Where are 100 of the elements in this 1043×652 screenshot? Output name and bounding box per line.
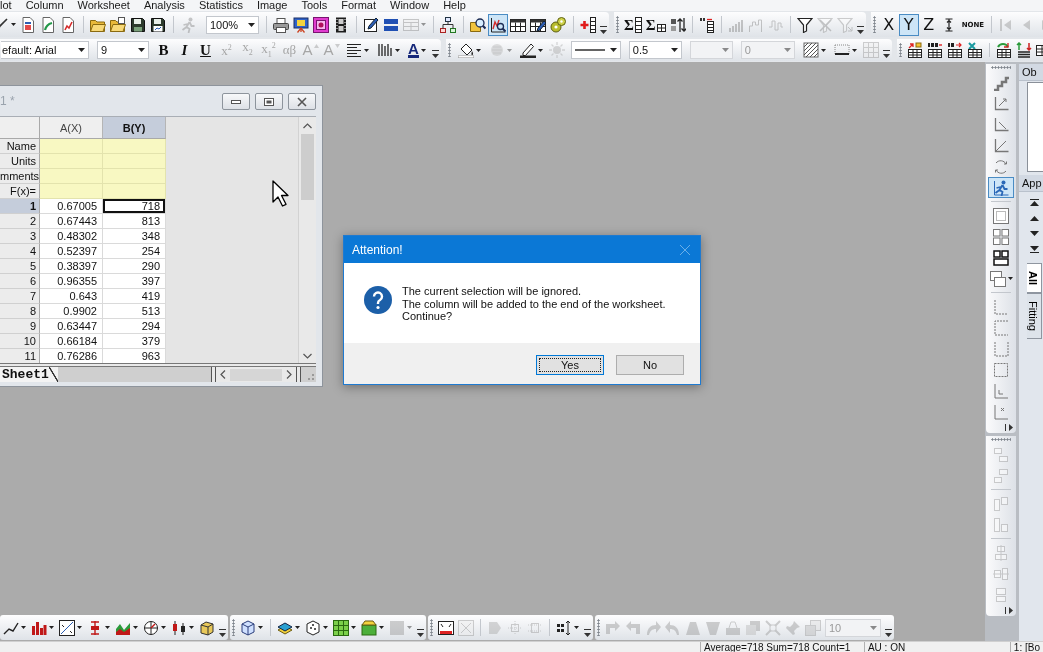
splitter-handle[interactable] [296, 367, 301, 382]
caret-icon [323, 626, 328, 629]
row-header[interactable]: 2 [0, 214, 40, 229]
up-arrow-icon[interactable] [1029, 216, 1039, 221]
menu-item[interactable]: Help [443, 0, 466, 10]
dotted-cross-icon [507, 619, 523, 636]
toolbar-grip[interactable] [232, 619, 235, 636]
row-header[interactable]: 4 [0, 244, 40, 259]
caret-icon [574, 626, 579, 629]
row-header[interactable]: 7 [0, 289, 40, 304]
row-header[interactable]: 9 [0, 319, 40, 334]
chevron-icon[interactable] [1005, 424, 1014, 431]
column-header[interactable]: B(Y) [103, 117, 166, 139]
set-x-button[interactable]: X [878, 13, 899, 36]
dialog-title: Attention! [352, 242, 403, 257]
layout-icon [993, 207, 1009, 224]
stacked-squares-icon [805, 619, 821, 636]
chevron-icon[interactable] [584, 629, 591, 638]
table-cell: 0.96355 [40, 274, 103, 289]
menu-item[interactable]: Worksheet [77, 0, 130, 10]
column-header[interactable]: A(X) [40, 117, 103, 139]
toolbar-grip[interactable] [872, 16, 876, 33]
row-header[interactable]: 11 [0, 349, 40, 363]
splitter-handle[interactable] [211, 367, 216, 382]
no-button[interactable]: No [616, 354, 684, 375]
menu-item[interactable]: Analysis [143, 0, 185, 10]
horizontal-scrollbar[interactable] [216, 367, 296, 382]
vertical-scrollbar[interactable] [298, 117, 316, 363]
minimize-button[interactable] [222, 93, 250, 110]
font-size-combo[interactable]: 9 [97, 41, 149, 59]
close-button[interactable] [288, 93, 316, 110]
toolbar-grip[interactable] [430, 619, 433, 636]
row-header[interactable]: 8 [0, 304, 40, 319]
chevron-icon[interactable] [600, 26, 607, 35]
menu-item[interactable]: Format [341, 0, 376, 10]
line-width-combo[interactable]: 0.5 [628, 41, 682, 59]
toolbar-grip[interactable] [898, 43, 902, 57]
set-z-button[interactable]: Z [918, 13, 939, 36]
sort-lines-icon [1015, 42, 1032, 58]
dashed-square-icon [993, 361, 1009, 378]
chevron-icon[interactable] [431, 50, 439, 59]
row-header[interactable]: 3 [0, 229, 40, 244]
sum-button[interactable]: Σ [643, 13, 668, 36]
sum-button[interactable]: Σ [622, 13, 644, 36]
dropdown-arrow-icon [138, 48, 145, 52]
row-header[interactable]: 10 [0, 334, 40, 349]
grid-layout-icon [993, 249, 1009, 266]
chevron-icon[interactable] [882, 50, 890, 59]
zoom-combo[interactable]: 100% [206, 15, 259, 34]
toolbar-grip[interactable] [597, 619, 600, 636]
chevron-icon[interactable] [219, 629, 226, 638]
caret-icon [1007, 277, 1013, 280]
table-cell: 0.52397 [40, 244, 103, 259]
restore-button[interactable] [255, 93, 283, 110]
line-style-combo[interactable] [570, 41, 621, 59]
stacked-boxes-icon [993, 446, 1009, 463]
menu-item[interactable]: Image [256, 0, 288, 10]
window-layout-icon [403, 16, 419, 33]
menu-item[interactable]: Column [25, 0, 64, 10]
toolbar-grip[interactable] [447, 43, 451, 57]
dropdown-arrow-icon [248, 22, 255, 27]
down-arrow-icon[interactable] [1029, 231, 1039, 236]
grid-table-icon [862, 42, 879, 58]
bottom-arrow-icon[interactable] [1029, 246, 1039, 253]
yes-button[interactable]: Yes [536, 354, 604, 375]
dropdown-arrow-icon [670, 48, 678, 52]
underline-button[interactable]: U [195, 40, 216, 60]
sheet-tab[interactable]: Sheet1 [0, 367, 58, 382]
row-header[interactable]: 5 [0, 259, 40, 274]
histogram-icon [747, 16, 764, 33]
toolbar-grip[interactable] [616, 16, 619, 33]
toolbar-button[interactable] [488, 13, 508, 36]
chevron-icon[interactable] [417, 629, 424, 638]
top-arrow-icon[interactable] [1029, 199, 1039, 206]
scrollbar-thumb[interactable] [301, 134, 314, 200]
chevron-icon[interactable] [856, 26, 864, 35]
font-color-button[interactable]: A [404, 40, 430, 60]
dropdown-arrow-icon [870, 625, 877, 630]
font-combo[interactable]: efault: Arial [1, 41, 89, 59]
column-icon [634, 16, 642, 33]
toolbar-grip[interactable] [991, 66, 1011, 69]
menu-item[interactable]: lot [0, 0, 12, 10]
cross-table-icon [966, 42, 983, 58]
menu-item[interactable]: Tools [301, 0, 328, 10]
italic-button[interactable]: I [174, 40, 195, 60]
axes-diagonal-icon [993, 137, 1009, 154]
menu-item[interactable]: Statistics [198, 0, 243, 10]
chevron-icon[interactable] [885, 629, 892, 638]
row-header[interactable]: 6 [0, 274, 40, 289]
menu-item[interactable]: Window [390, 0, 430, 10]
toolbar-grip[interactable] [991, 438, 1011, 441]
bold-button[interactable]: B [153, 40, 174, 60]
funnel-icon [796, 16, 813, 33]
row-header[interactable]: 1 [0, 199, 40, 214]
status-text: AU : ON [863, 642, 1010, 652]
paint-bucket-icon [457, 42, 474, 58]
vertical-tab[interactable]: Fitting [1027, 293, 1042, 340]
set-y-button[interactable]: Y [898, 13, 919, 36]
vertical-tab[interactable]: All [1027, 263, 1042, 294]
chevron-icon[interactable] [1005, 607, 1014, 614]
